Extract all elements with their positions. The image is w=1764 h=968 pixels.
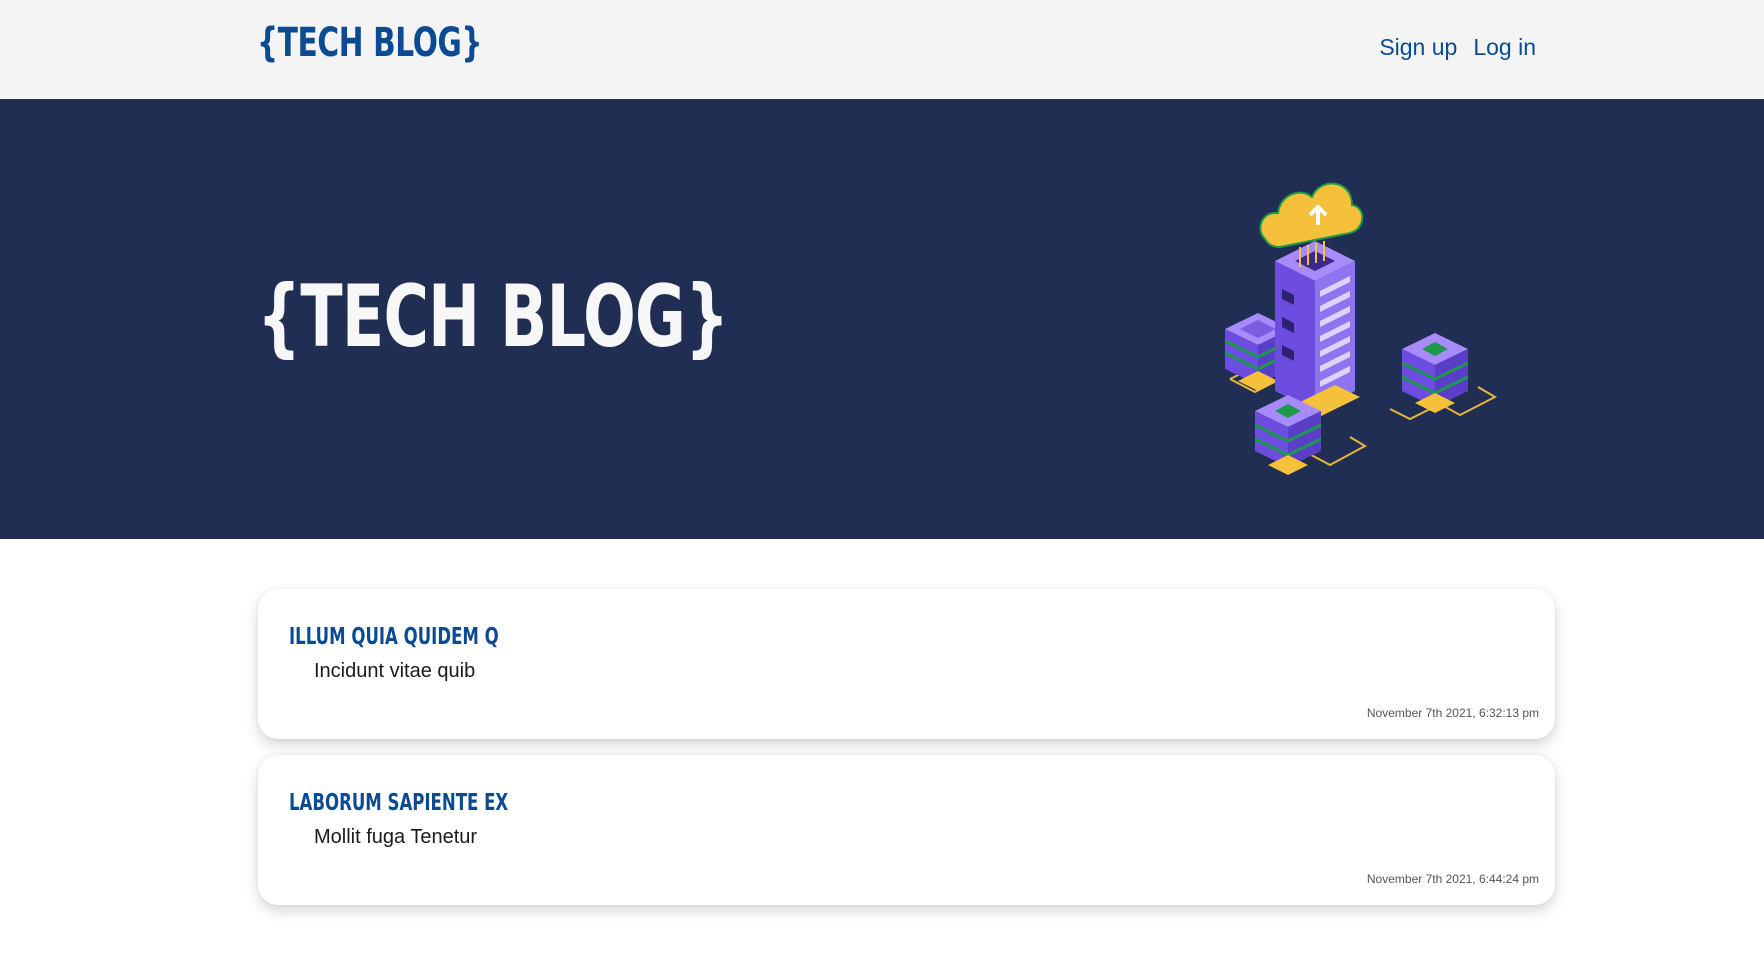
- post-title-link[interactable]: ILLUM QUIA QUIDEM Q: [289, 624, 499, 650]
- post-list: ILLUM QUIA QUIDEM Q Incidunt vitae quib …: [258, 589, 1555, 921]
- server-stack-front: [1254, 395, 1322, 475]
- server-stack-right: [1401, 333, 1469, 413]
- nav-links: Sign up Log in: [1379, 34, 1536, 61]
- post-card[interactable]: LABORUM SAPIENTE EX Mollit fuga Tenetur …: [258, 755, 1555, 905]
- post-date: November 7th 2021, 6:44:24 pm: [1366, 872, 1539, 886]
- hero-title: {TECH BLOG}: [257, 267, 729, 367]
- navbar: {TECH BLOG} Sign up Log in: [0, 0, 1764, 99]
- brand-logo-link[interactable]: {TECH BLOG}: [257, 20, 482, 66]
- post-excerpt: Mollit fuga Tenetur: [314, 826, 478, 848]
- login-link[interactable]: Log in: [1473, 34, 1536, 61]
- server-cloud-illustration: [1224, 182, 1498, 475]
- hero-banner: {TECH BLOG}: [0, 99, 1764, 539]
- post-excerpt: Incidunt vitae quib: [314, 660, 476, 682]
- signup-link[interactable]: Sign up: [1379, 34, 1457, 61]
- post-title-link[interactable]: LABORUM SAPIENTE EX: [289, 790, 508, 816]
- post-date: November 7th 2021, 6:32:13 pm: [1366, 706, 1539, 720]
- server-tower: [1275, 241, 1360, 419]
- post-card[interactable]: ILLUM QUIA QUIDEM Q Incidunt vitae quib …: [258, 589, 1555, 739]
